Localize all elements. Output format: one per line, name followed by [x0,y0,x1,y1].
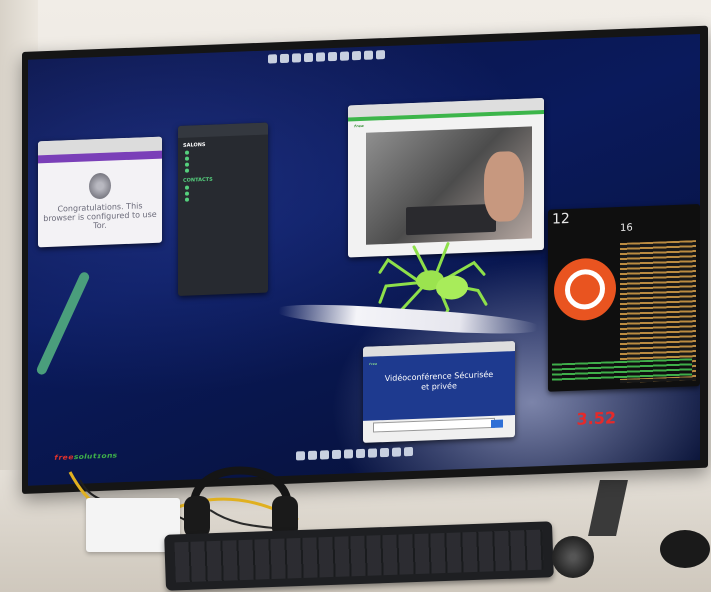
window-titlebar[interactable] [178,122,268,139]
list-item[interactable] [185,166,261,173]
dock-icon[interactable] [392,447,401,457]
date-display: 12 [552,210,570,228]
desktop-screen[interactable]: Congratulations. This browser is configu… [28,33,700,486]
tor-browser-window[interactable]: Congratulations. This browser is configu… [38,136,162,248]
tor-onion-icon [89,172,111,200]
hand-in-feed [484,150,524,223]
dock-icon[interactable] [380,447,389,458]
videoconference-window[interactable]: ᶠʳᵉᵉ Vidéoconférence Sécurisée et privée [363,341,515,443]
top-taskbar [268,49,418,69]
dock-icon[interactable] [332,449,341,460]
brand-logo: ᶠʳᵉᵉ [369,362,378,369]
app-icon[interactable] [376,50,385,60]
ubuntu-logo-icon [554,257,616,322]
laptop-in-feed [406,203,496,236]
dock-icon[interactable] [404,446,413,457]
status-dot-icon [185,185,189,190]
app-icon[interactable] [316,52,325,62]
status-dot-icon [185,156,189,161]
app-icon[interactable] [340,51,349,61]
hero-banner: ᶠʳᵉᵉ Vidéoconférence Sécurisée et privée [363,351,515,421]
dock-icon[interactable] [320,450,329,460]
camera-feed [366,126,532,245]
monitor: Congratulations. This browser is configu… [22,25,708,494]
status-dot-icon [185,197,189,202]
ubuntu-ring [565,268,605,311]
time-display: 16 [620,222,633,235]
tor-heading: Congratulations. This browser is configu… [43,201,157,231]
dock-icon[interactable] [308,450,317,461]
start-meeting-button[interactable] [491,419,503,428]
dock-icon[interactable] [356,448,365,459]
system-monitor-widget: 12 16 [548,203,700,392]
microphone [552,536,594,578]
dock-icon[interactable] [344,449,353,459]
bottom-dock [296,446,422,464]
status-dot-icon [185,168,189,173]
headphones-icon [184,466,298,538]
video-call-window[interactable]: ᶠʳᵉᵉ [348,97,544,258]
app-icon[interactable] [328,51,337,62]
app-icon[interactable] [352,50,361,61]
meeting-name-input[interactable] [373,417,495,433]
app-icon[interactable] [364,50,373,60]
app-icon[interactable] [280,53,289,64]
app-icon[interactable] [304,52,313,63]
status-dot-icon [185,150,189,155]
dock-icon[interactable] [368,448,377,458]
hero-headline: Vidéoconférence Sécurisée et privée [384,369,494,392]
app-icon[interactable] [292,53,301,63]
keyboard-keys [174,529,544,583]
mouse [660,530,710,568]
status-dot-icon [185,191,189,196]
brand-watermark: ᶠʳᵉᵉˢᵒˡᵘᵗᶦᵒⁿˢ [54,450,118,467]
lizard-wallpaper [35,270,91,377]
chat-app-window[interactable]: SALONS CONTACTS [178,122,268,297]
status-dot-icon [185,162,189,167]
list-item[interactable] [185,195,261,202]
overlay-counter: 3.52 [576,408,616,429]
app-icon[interactable] [268,54,277,64]
